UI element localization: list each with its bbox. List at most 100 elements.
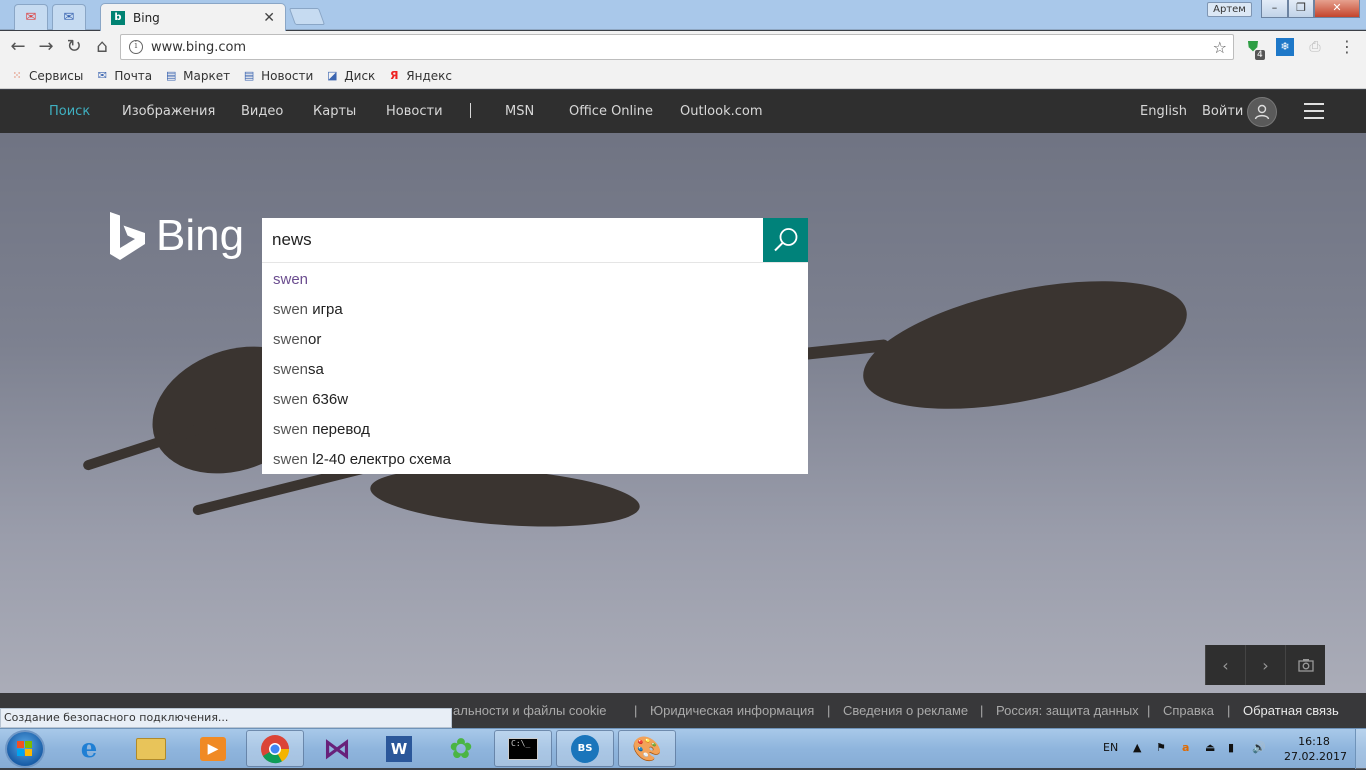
bing-favicon: b: [111, 10, 125, 25]
bookmark-disk[interactable]: ◪ Диск: [325, 69, 375, 83]
site-info-icon[interactable]: i: [129, 40, 143, 54]
maximize-button[interactable]: ❐: [1288, 0, 1314, 18]
browser-tab-strip: ✉ ✉ b Bing ✕ Артем – ❐ ✕: [0, 0, 1366, 31]
new-tab-button[interactable]: [288, 8, 326, 25]
nav-news[interactable]: Новости: [386, 104, 443, 119]
gmail-tab[interactable]: ✉: [14, 4, 48, 30]
footer-link-data-protection[interactable]: Россия: защита данных: [996, 703, 1139, 718]
system-clock[interactable]: 16:18 27.02.2017: [1284, 734, 1347, 764]
minimize-button[interactable]: –: [1261, 0, 1288, 18]
suggestion-rest: 636w: [308, 391, 349, 408]
suggestion-item[interactable]: swen l2-40 електро схема: [262, 445, 808, 475]
close-tab-icon[interactable]: ✕: [263, 10, 275, 26]
taskbar-paint[interactable]: 🎨: [618, 730, 676, 767]
taskbar-bs[interactable]: BS: [556, 730, 614, 767]
taskbar-ie[interactable]: e: [60, 730, 118, 767]
close-window-button[interactable]: ✕: [1314, 0, 1360, 18]
volume-icon[interactable]: 🔊: [1252, 741, 1266, 754]
taskbar-explorer[interactable]: [122, 730, 180, 767]
clock-time: 16:18: [1298, 735, 1330, 748]
profile-button[interactable]: Артем: [1207, 2, 1252, 17]
home-icon[interactable]: ⌂: [92, 37, 112, 57]
nav-images[interactable]: Изображения: [122, 104, 215, 119]
suggestion-prefix: swen: [273, 391, 309, 408]
address-bar[interactable]: i www.bing.com ☆: [120, 34, 1234, 60]
previous-image-button[interactable]: ‹: [1205, 645, 1245, 685]
language-indicator[interactable]: EN: [1103, 741, 1118, 754]
forward-icon[interactable]: →: [36, 37, 56, 57]
signin-link[interactable]: Войти: [1202, 104, 1243, 119]
windows-taskbar: e ▶ ⋈ W ✿ C:\_ BS 🎨 EN ▲ ⚑ a ⏏ ▮ 🔊 16:18…: [0, 728, 1366, 769]
bookmark-services[interactable]: ⁙ Сервисы: [10, 69, 83, 83]
taskbar-icq[interactable]: ✿: [432, 730, 490, 767]
snowflake-extension-icon[interactable]: ❄: [1276, 38, 1294, 56]
suggestion-item[interactable]: swen: [262, 265, 808, 295]
bookmark-star-icon[interactable]: ☆: [1213, 38, 1227, 57]
usb-device-icon[interactable]: ⏏: [1205, 741, 1215, 754]
bookmark-label: Новости: [261, 68, 314, 83]
suggestion-prefix: swen: [273, 361, 309, 378]
suggestion-prefix: swen: [273, 451, 309, 468]
tab-title: Bing: [133, 10, 160, 25]
footer-separator: |: [634, 703, 638, 718]
taskbar-word[interactable]: W: [370, 730, 428, 767]
suggestion-item[interactable]: swen перевод: [262, 415, 808, 445]
taskbar-cmd[interactable]: C:\_: [494, 730, 552, 767]
back-icon[interactable]: ←: [8, 37, 28, 57]
command-prompt-icon: C:\_: [508, 737, 538, 760]
user-avatar-icon[interactable]: [1247, 97, 1277, 127]
footer-link-legal[interactable]: Юридическая информация: [650, 703, 814, 718]
search-input[interactable]: [262, 218, 763, 262]
bookmark-yandex[interactable]: Я Яндекс: [387, 69, 452, 83]
taskbar-visual-studio[interactable]: ⋈: [308, 730, 366, 767]
taskbar-media-player[interactable]: ▶: [184, 730, 242, 767]
gmail-icon: ✉: [25, 10, 37, 25]
suggestion-rest: перевод: [308, 421, 370, 438]
suggestion-item[interactable]: swenor: [262, 325, 808, 355]
suggestion-item[interactable]: swen игра: [262, 295, 808, 325]
language-link[interactable]: English: [1140, 104, 1187, 119]
suggestion-item[interactable]: swen 636w: [262, 385, 808, 415]
network-signal-icon[interactable]: ▮: [1228, 741, 1234, 754]
show-hidden-icons[interactable]: ▲: [1133, 741, 1141, 754]
mail-icon: ✉: [97, 68, 107, 82]
hamburger-menu-icon[interactable]: [1304, 103, 1324, 119]
word-icon: W: [386, 735, 412, 762]
camera-icon: [1297, 659, 1314, 672]
nav-office-online[interactable]: Office Online: [569, 104, 653, 119]
footer-link-ads[interactable]: Сведения о рекламе: [843, 703, 968, 718]
footer-link-feedback[interactable]: Обратная связь: [1243, 703, 1339, 718]
avast-icon[interactable]: a: [1182, 741, 1189, 754]
paint-palette-icon: 🎨: [632, 734, 662, 763]
nav-msn[interactable]: MSN: [505, 104, 534, 119]
pdf-extension-icon[interactable]: ⎙: [1306, 38, 1324, 56]
chevron-right-icon: ›: [1262, 655, 1269, 675]
menu-dots-icon[interactable]: ⋮: [1338, 38, 1356, 56]
active-tab[interactable]: b Bing ✕: [100, 3, 286, 31]
image-info-button[interactable]: [1285, 645, 1325, 685]
taskbar-chrome[interactable]: [246, 730, 304, 767]
next-image-button[interactable]: ›: [1245, 645, 1285, 685]
footer-link-privacy[interactable]: альности и файлы cookie: [453, 703, 607, 718]
footer-link-help[interactable]: Справка: [1163, 703, 1214, 718]
suggestion-item[interactable]: swensa: [262, 355, 808, 385]
bookmark-market[interactable]: ▤ Маркет: [164, 69, 230, 83]
show-desktop-button[interactable]: [1355, 729, 1366, 769]
nav-outlook[interactable]: Outlook.com: [680, 104, 763, 119]
suggestion-prefix: swen: [273, 301, 309, 318]
bookmark-label: Диск: [344, 68, 376, 83]
browser-toolbar: ← → ↻ ⌂ i www.bing.com ☆ ⛊ 4 ❄ ⎙ ⋮: [0, 31, 1366, 63]
reload-icon[interactable]: ↻: [64, 37, 84, 57]
suggestion-prefix: swen: [273, 271, 309, 288]
mail-tab[interactable]: ✉: [52, 4, 86, 30]
start-button[interactable]: [5, 730, 45, 768]
search-button[interactable]: [763, 218, 808, 262]
mail-icon: ✉: [63, 10, 75, 25]
nav-maps[interactable]: Карты: [313, 104, 356, 119]
chevron-left-icon: ‹: [1222, 655, 1229, 675]
bookmark-news[interactable]: ▤ Новости: [242, 69, 313, 83]
nav-video[interactable]: Видео: [241, 104, 283, 119]
bookmark-mail[interactable]: ✉ Почта: [95, 69, 152, 83]
action-center-flag-icon[interactable]: ⚑: [1156, 741, 1166, 754]
nav-search[interactable]: Поиск: [49, 104, 90, 119]
